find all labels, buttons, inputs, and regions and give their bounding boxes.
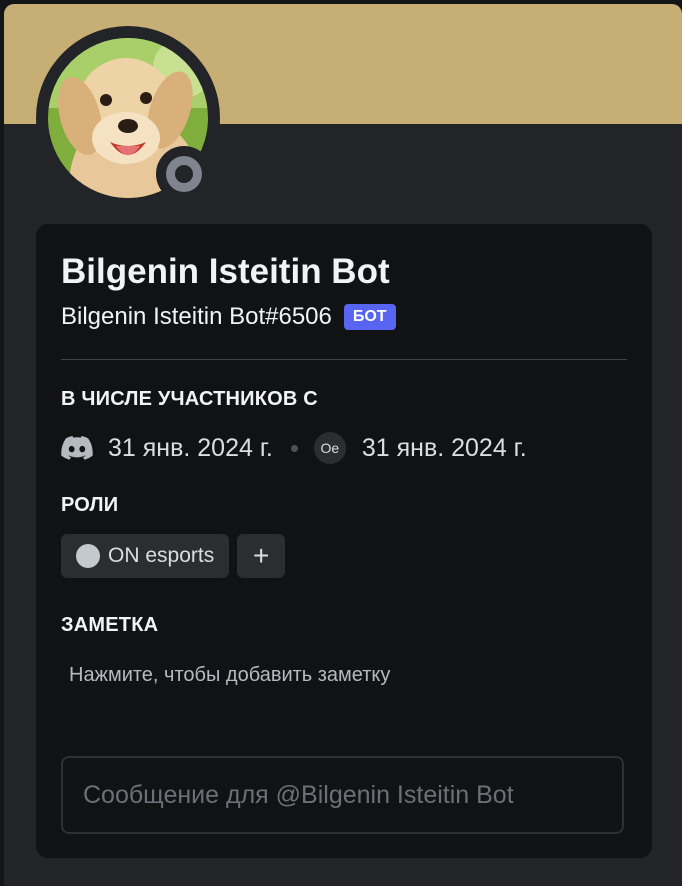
display-name: Bilgenin Isteitin Bot [61, 252, 390, 291]
divider [61, 359, 627, 360]
roles-title: РОЛИ [61, 494, 119, 516]
user-profile-popout: Bilgenin Isteitin Bot Bilgenin Isteitin … [4, 4, 682, 886]
server-join-date: 31 янв. 2024 г. [361, 433, 527, 462]
member-since-row: 31 янв. 2024 г. Oe 31 янв. 2024 г. [61, 430, 527, 466]
bot-badge: БОТ [343, 304, 396, 330]
role-pill[interactable]: ON esports [61, 534, 230, 578]
add-role-button[interactable]: + [237, 534, 286, 578]
discord-join-date: 31 янв. 2024 г. [108, 433, 273, 462]
role-color-dot[interactable] [76, 544, 100, 568]
roles-list: ON esports + [61, 534, 286, 578]
avatar-container[interactable] [36, 26, 220, 210]
username-row: Bilgenin Isteitin Bot#6506 БОТ [61, 302, 396, 332]
note-title: ЗАМЕТКА [61, 614, 159, 636]
note-input[interactable]: Нажмите, чтобы добавить заметку [69, 664, 390, 687]
separator-dot [290, 444, 298, 452]
server-icon[interactable]: Oe [313, 432, 346, 464]
role-name: ON esports [108, 544, 215, 567]
username[interactable]: Bilgenin Isteitin Bot#6506 [61, 303, 332, 331]
discord-icon [61, 436, 93, 460]
message-input[interactable] [61, 756, 624, 834]
status-indicator [156, 146, 212, 202]
member-since-title: В ЧИСЛЕ УЧАСТНИКОВ С [61, 388, 318, 410]
profile-card: Bilgenin Isteitin Bot Bilgenin Isteitin … [36, 224, 652, 858]
